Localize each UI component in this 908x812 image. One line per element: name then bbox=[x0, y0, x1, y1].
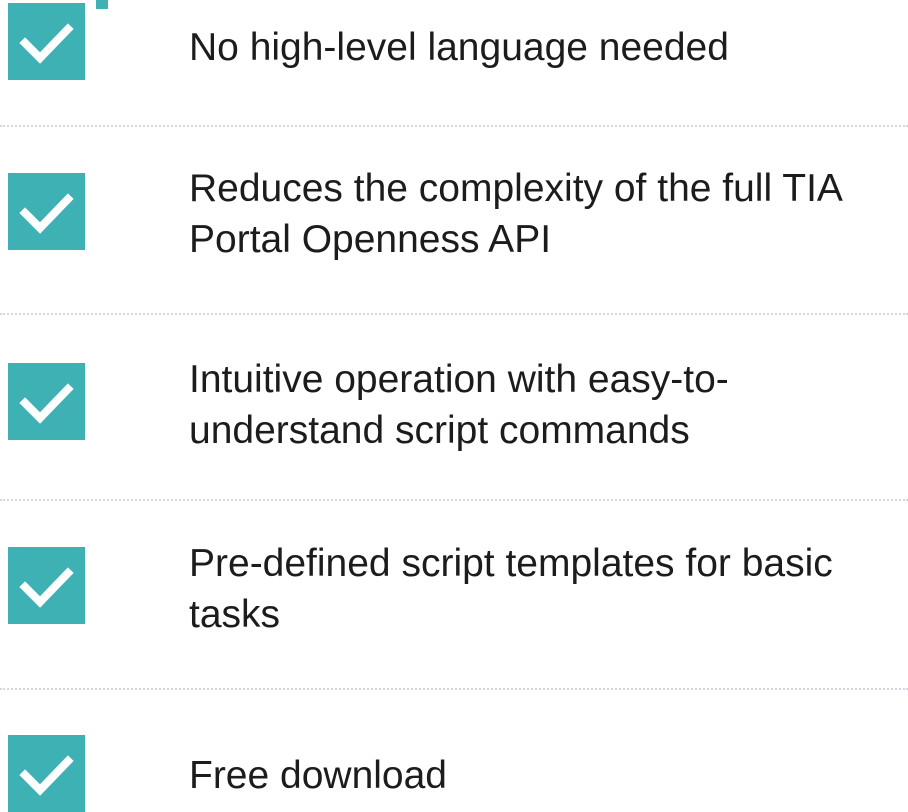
checkmark-icon bbox=[19, 755, 74, 796]
divider bbox=[0, 125, 908, 127]
checkbox-icon bbox=[8, 735, 85, 812]
feature-label: Intuitive operation with easy-to- unders… bbox=[189, 358, 729, 452]
checkmark-icon bbox=[19, 23, 74, 64]
feature-label: Free download bbox=[189, 754, 447, 797]
accent-tab bbox=[96, 0, 108, 9]
divider bbox=[0, 499, 908, 501]
divider bbox=[0, 313, 908, 315]
checkbox-icon bbox=[8, 173, 85, 250]
checkmark-icon bbox=[19, 383, 74, 424]
checkbox-icon bbox=[8, 363, 85, 440]
feature-label: No high-level language needed bbox=[189, 26, 729, 69]
checkbox-icon bbox=[8, 3, 85, 80]
divider bbox=[0, 688, 908, 690]
checkbox-icon bbox=[8, 547, 85, 624]
checkmark-icon bbox=[19, 193, 74, 234]
checkmark-icon bbox=[19, 567, 74, 608]
feature-label: Pre-defined script templates for basic t… bbox=[189, 542, 833, 636]
feature-label: Reduces the complexity of the full TIA P… bbox=[189, 167, 843, 261]
